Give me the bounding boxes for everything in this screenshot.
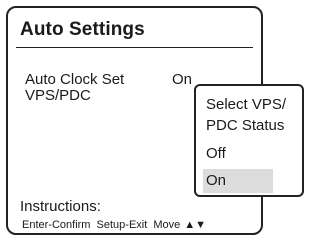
vps-pdc-status-popup: Select VPS/ PDC Status Off On (194, 84, 304, 197)
instruction-move: Move (153, 219, 181, 231)
setting-value-auto-clock-set[interactable]: On (172, 71, 192, 88)
page-title: Auto Settings (20, 19, 145, 40)
setting-label-vps-pdc[interactable]: VPS/PDC (25, 87, 91, 104)
up-down-arrows-icon: ▲▼ (184, 219, 207, 231)
instruction-enter: Enter-Confirm (22, 219, 91, 231)
setting-label-auto-clock-set[interactable]: Auto Clock Set (25, 71, 124, 88)
option-on[interactable]: On (203, 169, 273, 193)
instructions-line: Enter-Confirm Setup-Exit Move ▲▼ (22, 219, 209, 232)
instruction-setup: Setup-Exit (96, 219, 148, 231)
option-off[interactable]: Off (203, 142, 273, 166)
title-divider (16, 47, 253, 48)
instructions-label: Instructions: (20, 198, 101, 215)
popup-title: Select VPS/ PDC Status (206, 96, 287, 134)
